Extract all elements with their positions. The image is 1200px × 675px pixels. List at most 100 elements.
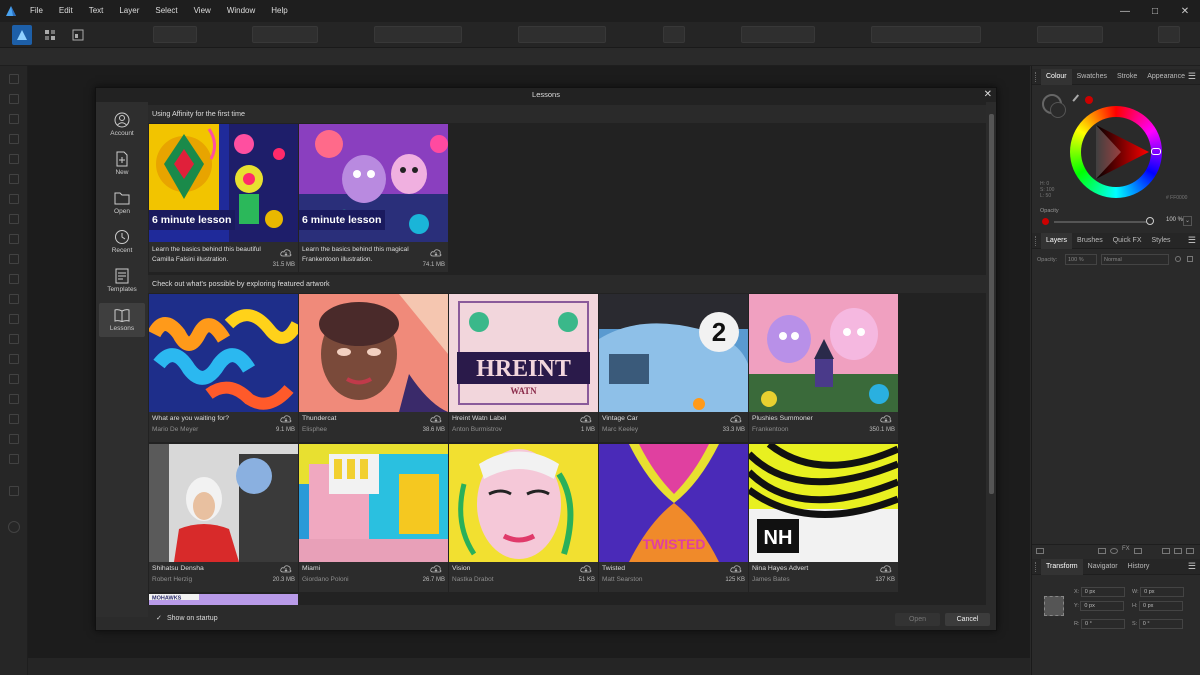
artwork-card-nina-hayes-advert[interactable]: NH Nina Hayes Advert James Bates 137 KB (749, 444, 898, 592)
artwork-card-what-are-you-waiting-for[interactable]: What are you waiting for? Mario De Meyer… (149, 294, 298, 442)
tab-navigator[interactable]: Navigator (1083, 559, 1123, 575)
sidebar-item-new[interactable]: New (99, 147, 145, 181)
toolbar-button-group-1[interactable] (153, 26, 197, 43)
sidebar-item-templates[interactable]: Templates (99, 264, 145, 298)
lesson-card-camilla[interactable]: 6 minute lesson Learn the basics behind … (149, 124, 298, 272)
menu-text[interactable]: Text (81, 0, 112, 22)
place-image-tool-icon[interactable] (9, 294, 19, 304)
group-layers-icon[interactable] (1162, 548, 1170, 554)
menu-window[interactable]: Window (219, 0, 263, 22)
artwork-card-shihatsu-densha[interactable]: Shihatsu Densha Robert Herzig 20.3 MB (149, 444, 298, 592)
artwork-card-plushies-summoner[interactable]: Plushies Summoner Frankentoon 350.1 MB (749, 294, 898, 442)
artwork-card-miami[interactable]: Miami Giordano Poloni 26.7 MB (299, 444, 448, 592)
cloud-download-icon[interactable] (280, 564, 292, 573)
scrollbar-thumb[interactable] (989, 114, 994, 494)
artwork-card-hreint-watn-label[interactable]: HREINT WATN Hreint Watn Label Anton Burm… (449, 294, 598, 442)
cloud-download-icon[interactable] (730, 414, 742, 423)
dialog-close-icon[interactable]: ✕ (984, 88, 992, 102)
cloud-download-icon[interactable] (280, 414, 292, 423)
hue-marker[interactable] (1151, 148, 1161, 155)
toolbar-arrange-group[interactable] (1037, 26, 1103, 43)
toolbar-snapping-group[interactable] (741, 26, 815, 43)
cloud-download-icon[interactable] (280, 248, 292, 257)
corner-tool-icon[interactable] (9, 154, 19, 164)
artwork-card-vision[interactable]: Vision Nastka Drabot 51 KB (449, 444, 598, 592)
layer-pages-icon[interactable] (1036, 548, 1044, 554)
recent-colour-swatch[interactable] (1085, 96, 1093, 104)
layer-settings-gear-icon[interactable] (1175, 256, 1181, 262)
shear-field[interactable]: 0 ° (1138, 619, 1183, 629)
tab-styles[interactable]: Styles (1147, 233, 1176, 249)
lock-icon[interactable] (1187, 256, 1193, 262)
delete-layer-icon[interactable] (1186, 548, 1194, 554)
layer-opacity-field[interactable]: 100 % (1065, 254, 1097, 265)
transparency-tool-icon[interactable] (9, 254, 19, 264)
h-field[interactable]: 0 px (1139, 601, 1184, 611)
cloud-download-icon[interactable] (880, 414, 892, 423)
panel-menu-icon[interactable]: ☰ (1188, 561, 1196, 572)
frame-text-tool-icon[interactable] (9, 394, 19, 404)
cancel-button[interactable]: Cancel (945, 613, 990, 626)
colour-well-icon[interactable] (8, 521, 20, 533)
add-layer-icon[interactable] (1134, 548, 1142, 554)
rotation-field[interactable]: 0 ° (1081, 619, 1126, 629)
export-persona-icon[interactable] (68, 25, 88, 45)
rounded-rect-tool-icon[interactable] (9, 374, 19, 384)
sidebar-item-open[interactable]: Open (99, 186, 145, 220)
tab-layers[interactable]: Layers (1041, 232, 1073, 249)
cloud-download-icon[interactable] (430, 564, 442, 573)
adjustment-icon[interactable] (1110, 548, 1118, 554)
menu-select[interactable]: Select (147, 0, 185, 22)
fill-stroke-wells[interactable] (1042, 94, 1068, 120)
point-transform-tool-icon[interactable] (9, 134, 19, 144)
layer-mask-icon[interactable] (1098, 548, 1106, 554)
toolbar-button-group-3[interactable] (374, 26, 462, 43)
panel-menu-icon[interactable]: ☰ (1188, 71, 1196, 82)
designer-persona-icon[interactable] (12, 25, 32, 45)
tab-transform[interactable]: Transform (1041, 558, 1083, 575)
crop-tool-icon[interactable] (9, 314, 19, 324)
ellipse-tool-icon[interactable] (9, 354, 19, 364)
pixel-persona-icon[interactable] (40, 25, 60, 45)
menu-layer[interactable]: Layer (111, 0, 147, 22)
artwork-card-mohawks[interactable]: MOHAWKS (149, 594, 298, 605)
fx-icon[interactable]: FX (1122, 546, 1130, 552)
close-window-icon[interactable]: ✕ (1170, 0, 1200, 22)
blend-mode-select[interactable]: Normal (1101, 254, 1169, 265)
sidebar-item-lessons[interactable]: Lessons (99, 303, 145, 337)
opacity-value[interactable]: 100 % (1166, 217, 1183, 223)
show-on-startup-checkbox[interactable]: ✓ (156, 615, 164, 623)
panel-menu-icon[interactable]: ☰ (1188, 235, 1196, 246)
opacity-slider-handle[interactable] (1146, 217, 1154, 225)
cloud-download-icon[interactable] (430, 248, 442, 257)
pencil-tool-icon[interactable] (9, 194, 19, 204)
w-field[interactable]: 0 px (1140, 587, 1185, 597)
zoom-tool-icon[interactable] (9, 486, 19, 496)
artistic-text-tool-icon[interactable] (9, 414, 19, 424)
menu-file[interactable]: File (22, 0, 51, 22)
tab-history[interactable]: History (1123, 559, 1155, 575)
toolbar-button-group-2[interactable] (252, 26, 318, 43)
vector-brush-tool-icon[interactable] (9, 214, 19, 224)
opacity-dropdown-icon[interactable]: ⌄ (1183, 216, 1192, 226)
sidebar-item-account[interactable]: Account (99, 108, 145, 142)
color-picker-tool-icon[interactable] (9, 434, 19, 444)
artwork-card-vintage-car[interactable]: 2 Vintage Car Marc Keeley 33.3 MB (599, 294, 748, 442)
artboard-tool-icon[interactable] (9, 94, 19, 104)
artwork-card-twisted[interactable]: TWISTED Twisted Matt Searston 125 KB (599, 444, 748, 592)
account-avatar-icon[interactable] (1158, 26, 1180, 43)
lesson-card-frankentoon[interactable]: 6 minute lesson Learn the basics behind … (299, 124, 448, 272)
fill-tool-icon[interactable] (9, 234, 19, 244)
anchor-selector[interactable] (1044, 596, 1064, 616)
toolbar-button-group-4[interactable] (518, 26, 606, 43)
x-field[interactable]: 0 px (1080, 587, 1125, 597)
tab-colour[interactable]: Colour (1041, 68, 1072, 85)
menu-help[interactable]: Help (263, 0, 295, 22)
menu-edit[interactable]: Edit (51, 0, 81, 22)
paint-brush-tool-icon[interactable] (9, 274, 19, 284)
open-button[interactable]: Open (895, 613, 940, 626)
tab-appearance[interactable]: Appearance (1142, 69, 1190, 85)
tab-stroke[interactable]: Stroke (1112, 69, 1142, 85)
y-field[interactable]: 0 px (1080, 601, 1125, 611)
artwork-card-thundercat[interactable]: Thundercat Elisphee 38.6 MB (299, 294, 448, 442)
